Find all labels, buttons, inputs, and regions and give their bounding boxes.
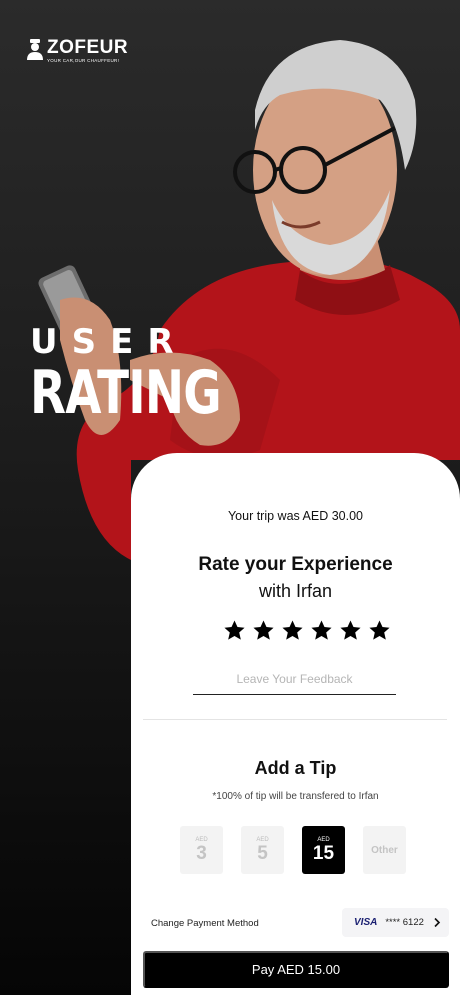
brand-name: ZOFEUR [47, 37, 129, 58]
tip-amount: 3 [196, 843, 207, 864]
feedback-input[interactable] [193, 663, 396, 695]
tip-option-5[interactable]: AED 5 [241, 826, 284, 874]
tip-title: Add a Tip [254, 758, 337, 778]
star-icon[interactable] [310, 619, 333, 642]
star-icon[interactable] [223, 619, 246, 642]
change-payment-label[interactable]: Change Payment Method [151, 918, 259, 929]
brand-tagline: YOUR CAR,OUR CHAUFFEUR! [47, 58, 120, 63]
chevron-right-icon [434, 917, 441, 928]
tip-amount: 15 [312, 843, 335, 864]
hero-title-line2: RATING [30, 358, 222, 428]
tip-option-15[interactable]: AED 15 [302, 826, 345, 874]
hero-title: USER RATING [30, 322, 275, 424]
visa-logo: VISA [354, 917, 378, 928]
tip-amount: 5 [257, 843, 268, 864]
star-icon[interactable] [252, 619, 275, 642]
card-number: **** 6122 [385, 917, 424, 928]
hero-title-line1: USER [30, 322, 188, 362]
star-icon[interactable] [339, 619, 362, 642]
star-icon[interactable] [281, 619, 304, 642]
pay-button[interactable]: Pay AED 15.00 [143, 951, 449, 988]
payment-card-selector[interactable]: VISA **** 6122 [342, 908, 449, 937]
star-rating [223, 619, 391, 642]
star-icon[interactable] [368, 619, 391, 642]
rating-card: Your trip was AED 30.00 Rate your Experi… [131, 453, 460, 995]
tip-note: *100% of tip will be transfered to Irfan [212, 791, 379, 802]
tip-other-label: Other [371, 844, 398, 856]
rate-title: Rate your Experience [198, 554, 393, 575]
tip-options: AED 3 AED 5 AED 15 Other [180, 826, 406, 874]
tip-option-3[interactable]: AED 3 [180, 826, 223, 874]
chauffeur-icon [27, 39, 43, 60]
tip-option-other[interactable]: Other [363, 826, 406, 874]
divider [143, 719, 447, 720]
brand-logo: ZOFEUR YOUR CAR,OUR CHAUFFEUR! [26, 38, 128, 64]
driver-name: with Irfan [258, 581, 333, 601]
trip-fare-text: Your trip was AED 30.00 [227, 509, 364, 523]
